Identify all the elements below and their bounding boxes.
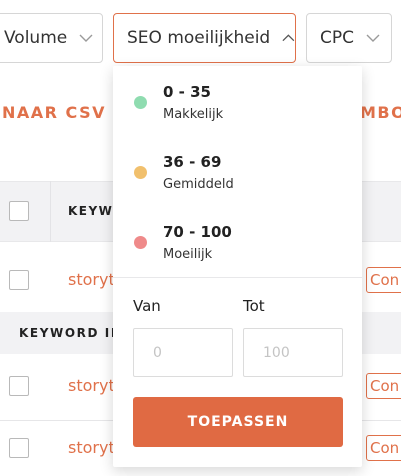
seo-difficulty-filter-button[interactable]: SEO moeilijkheid: [113, 13, 296, 63]
apply-button[interactable]: TOEPASSEN: [133, 397, 343, 447]
chevron-down-icon: [366, 34, 380, 42]
row-checkbox[interactable]: [9, 270, 29, 290]
to-label: Tot: [243, 297, 265, 315]
from-label: Van: [133, 297, 161, 315]
volume-filter-button[interactable]: Volume: [0, 13, 103, 63]
column-separator: [50, 181, 51, 242]
difficulty-range: 0 - 35: [163, 83, 211, 101]
difficulty-option-medium[interactable]: 36 - 69 Gemiddeld: [113, 136, 362, 202]
row-action-button[interactable]: Con: [366, 267, 401, 293]
difficulty-range: 36 - 69: [163, 153, 222, 171]
chevron-down-icon: [79, 34, 93, 42]
difficulty-label: Gemiddeld: [163, 177, 234, 192]
difficulty-label: Moeilijk: [163, 247, 213, 262]
cpc-filter-label: CPC: [320, 28, 354, 48]
chevron-up-icon: [282, 34, 295, 42]
red-dot-icon: [134, 236, 147, 249]
difficulty-range: 70 - 100: [163, 223, 232, 241]
row-checkbox[interactable]: [9, 438, 29, 458]
seo-difficulty-filter-label: SEO moeilijkheid: [127, 28, 271, 48]
row-checkbox[interactable]: [9, 376, 29, 396]
difficulty-option-easy[interactable]: 0 - 35 Makkelijk: [113, 66, 362, 132]
select-all-checkbox[interactable]: [9, 201, 29, 221]
row-action-button[interactable]: Con: [366, 373, 401, 399]
orange-dot-icon: [134, 166, 147, 179]
row-action-button[interactable]: Con: [366, 435, 401, 461]
dropdown-divider: [113, 277, 362, 278]
keyword-group-label: KEYWORD ID: [19, 326, 123, 340]
difficulty-label: Makkelijk: [163, 107, 224, 122]
volume-filter-label: Volume: [4, 28, 68, 48]
cpc-filter-button[interactable]: CPC: [306, 13, 392, 63]
seo-difficulty-dropdown: 0 - 35 Makkelijk 36 - 69 Gemiddeld 70 - …: [113, 66, 362, 467]
keyword-tool-view: Volume SEO moeilijkheid CPC NAAR CSV EX …: [0, 0, 401, 476]
secondary-action-link[interactable]: MBO: [360, 103, 401, 122]
to-input[interactable]: [243, 328, 343, 377]
green-dot-icon: [134, 96, 147, 109]
from-input[interactable]: [133, 328, 233, 377]
difficulty-option-hard[interactable]: 70 - 100 Moeilijk: [113, 206, 362, 272]
